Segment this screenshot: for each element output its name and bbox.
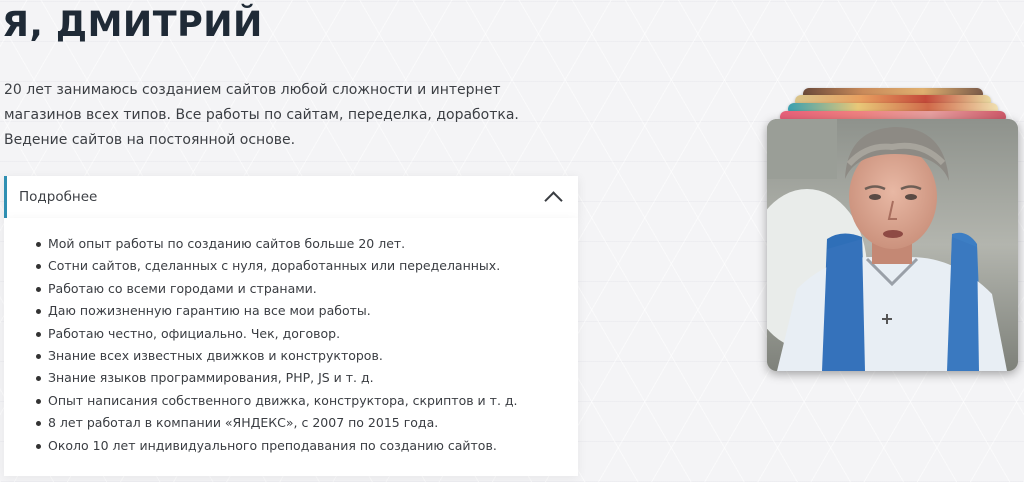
accordion-label: Подробнее <box>19 189 98 205</box>
list-item: Сотни сайтов, сделанных с нуля, доработа… <box>36 255 578 277</box>
details-accordion-header[interactable]: Подробнее <box>4 176 578 218</box>
experience-list: Мой опыт работы по созданию сайтов больш… <box>4 218 578 457</box>
accordion-panel: Мой опыт работы по созданию сайтов больш… <box>4 218 578 476</box>
list-item: Мой опыт работы по созданию сайтов больш… <box>36 233 578 255</box>
list-item: Работаю со всеми городами и странами. <box>36 278 578 300</box>
intro-text: 20 лет занимаюсь созданием сайтов любой … <box>4 82 519 148</box>
profile-photo <box>767 119 1018 371</box>
list-item: Опыт написания собственного движка, конс… <box>36 390 578 412</box>
list-item: Работаю честно, официально. Чек, договор… <box>36 323 578 345</box>
chevron-up-icon[interactable] <box>544 190 563 210</box>
list-item: 8 лет работал в компании «ЯНДЕКС», с 200… <box>36 412 578 434</box>
list-item: Около 10 лет индивидуального преподавани… <box>36 435 578 457</box>
list-item: Знание языков программирования, PHP, JS … <box>36 367 578 389</box>
list-item: Даю пожизненную гарантию на все мои рабо… <box>36 300 578 322</box>
list-item: Знание всех известных движков и конструк… <box>36 345 578 367</box>
page-title: Я, ДМИТРИЙ <box>2 5 263 45</box>
